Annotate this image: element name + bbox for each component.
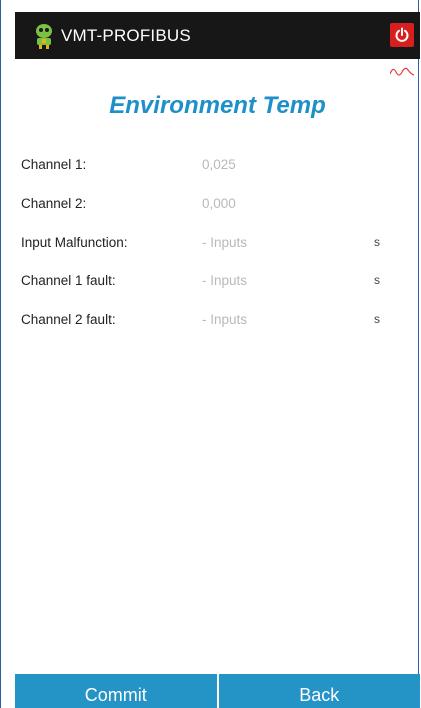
channel-1-fault-label: Channel 1 fault:: [21, 273, 116, 288]
channel-2-fault-unit: s: [374, 312, 380, 326]
channel-1-fault-value[interactable]: - Inputs: [202, 273, 247, 288]
commit-button[interactable]: Commit: [15, 674, 217, 708]
action-bar: VMT-PROFIBUS: [15, 12, 420, 59]
channel-1-fault-row: Channel 1 fault: - Inputs s: [21, 273, 401, 293]
channel-2-fault-row: Channel 2 fault: - Inputs s: [21, 312, 401, 332]
input-malfunction-row: Input Malfunction: - Inputs s: [21, 235, 401, 255]
input-malfunction-label: Input Malfunction:: [21, 235, 128, 250]
power-button[interactable]: [390, 23, 414, 47]
channel-2-fault-label: Channel 2 fault:: [21, 312, 116, 327]
back-button[interactable]: Back: [216, 674, 420, 708]
channel-2-row: Channel 2: 0,000: [21, 196, 401, 216]
signal-wave-icon: [390, 67, 415, 76]
channel-1-value[interactable]: 0,025: [202, 157, 236, 172]
app-title: VMT-PROFIBUS: [61, 25, 191, 45]
channel-1-label: Channel 1:: [21, 157, 87, 172]
channel-2-label: Channel 2:: [21, 196, 87, 211]
power-icon: [395, 27, 409, 42]
page-title: Environment Temp: [109, 92, 326, 119]
app-screen: VMT-PROFIBUS Environment Temp Channel 1:…: [0, 0, 420, 708]
channel-1-row: Channel 1: 0,025: [21, 157, 401, 177]
channel-2-fault-value[interactable]: - Inputs: [202, 312, 247, 327]
channel-2-value[interactable]: 0,000: [202, 196, 236, 211]
robot-logo-icon: [36, 23, 52, 49]
input-malfunction-value[interactable]: - Inputs: [202, 235, 247, 250]
channel-1-fault-unit: s: [374, 273, 380, 287]
bottom-bar: Commit Back: [15, 674, 420, 708]
input-malfunction-unit: s: [374, 235, 380, 249]
